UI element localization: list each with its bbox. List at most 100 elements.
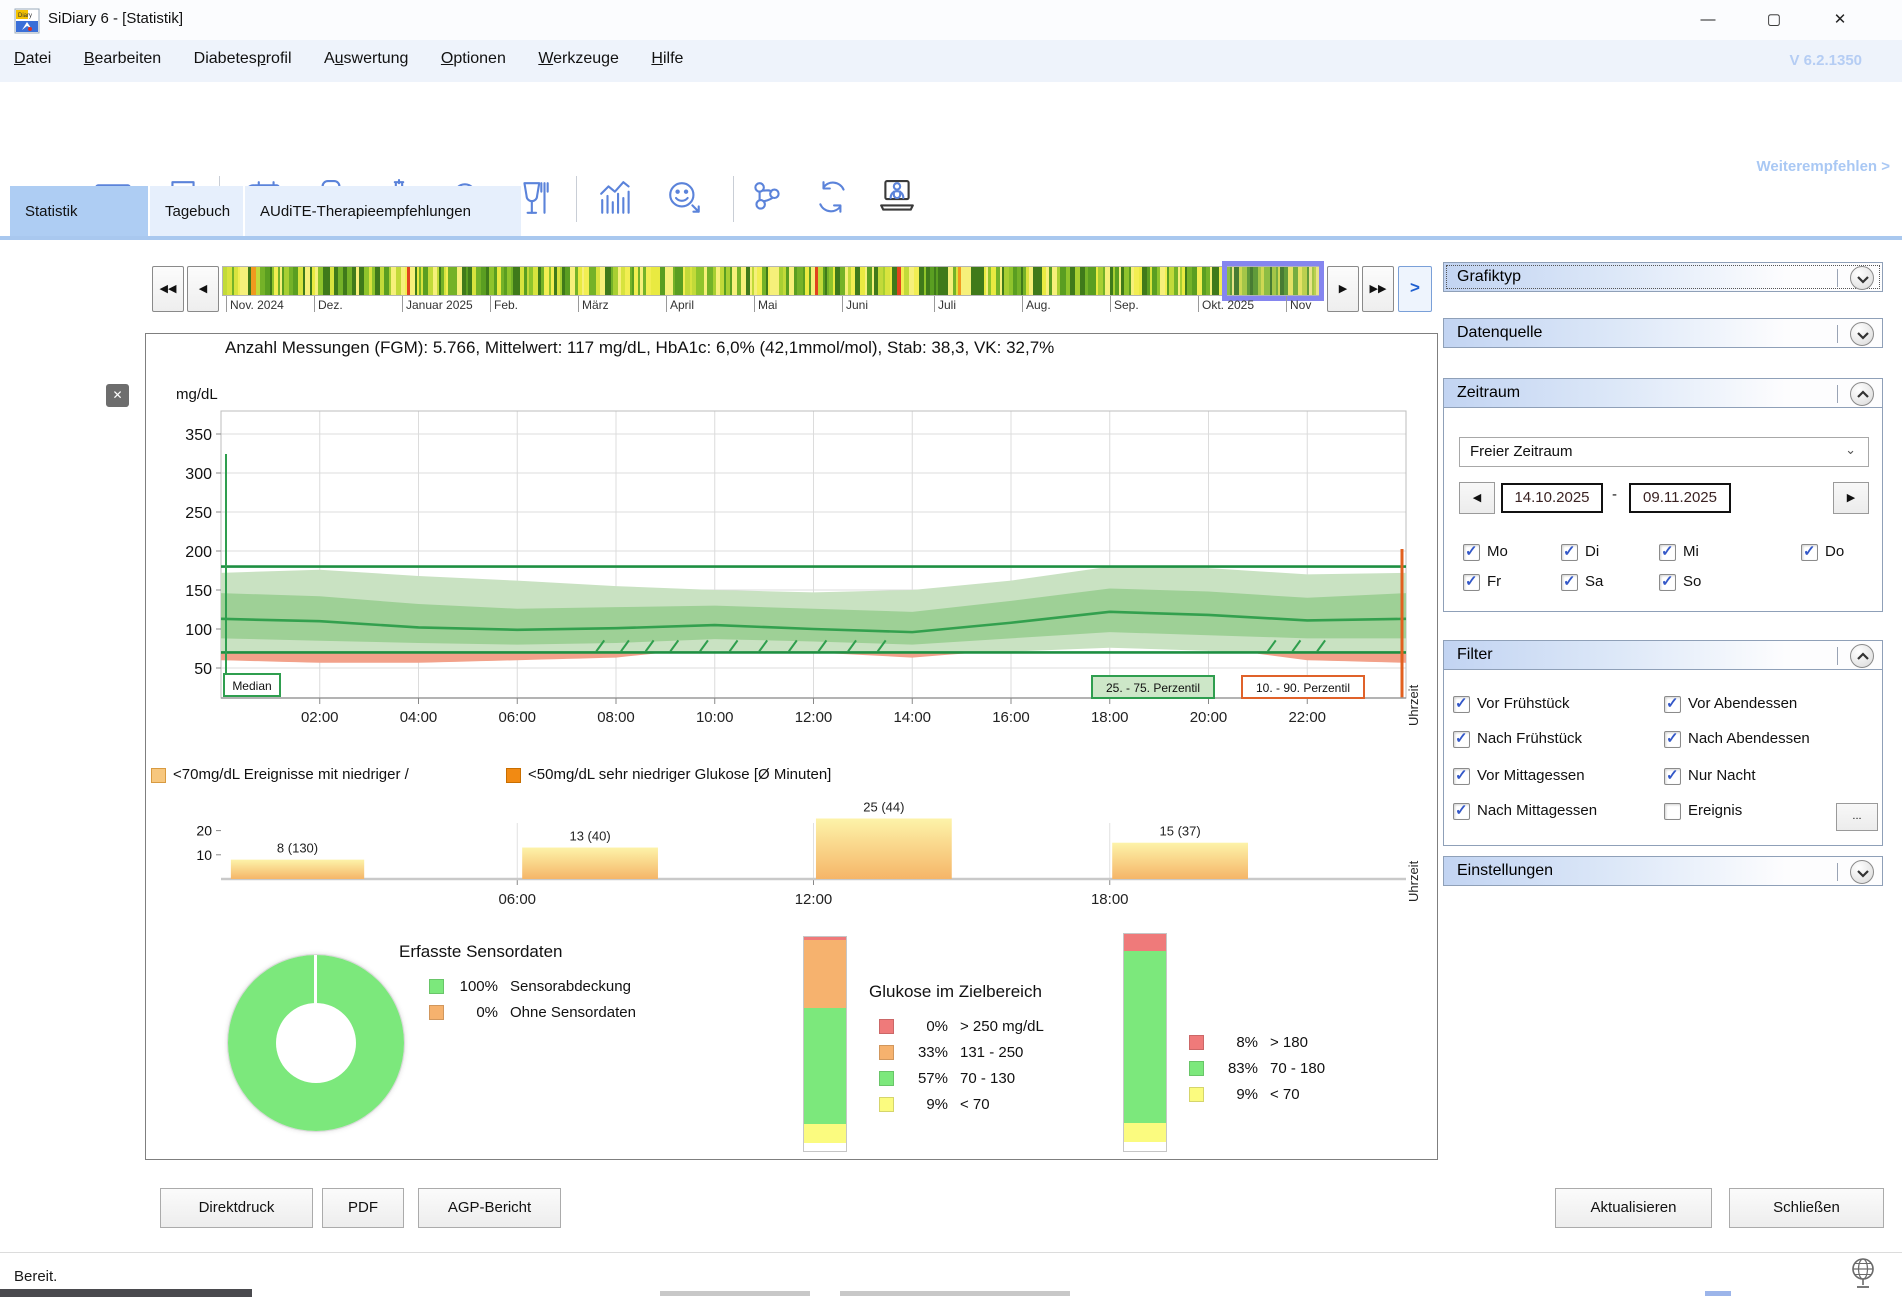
zeitraum-preset-select[interactable]: Freier Zeitraum ⌄ [1459, 437, 1869, 467]
checkbox-label: Mo [1487, 543, 1508, 560]
svg-text:Uhrzeit: Uhrzeit [1406, 684, 1421, 726]
menu-datei[interactable]: Datei [0, 40, 65, 82]
timeline-month-tick [934, 296, 935, 312]
filter-more-button[interactable]: ... [1836, 803, 1878, 831]
checkbox-nach-frühstück[interactable] [1453, 731, 1470, 748]
timeline-month-label: Nov [1290, 298, 1311, 312]
tab-audite[interactable]: AUdiTE-Therapieempfehlungen [245, 186, 521, 236]
checkbox-vor-mittagessen[interactable] [1453, 768, 1470, 785]
checkbox-do[interactable] [1801, 544, 1818, 561]
referral-link[interactable]: Weiterempfehlen > [1660, 158, 1890, 175]
clipped-text-fragment [840, 1291, 1070, 1296]
timeline-selection-box[interactable] [1222, 261, 1324, 301]
agp-bericht-button[interactable]: AGP-Bericht [418, 1188, 561, 1228]
checkbox-vor-frühstück[interactable] [1453, 696, 1470, 713]
svg-text:10: 10 [196, 847, 212, 863]
svg-text:150: 150 [185, 583, 212, 600]
pct-value: 100% [452, 978, 498, 995]
share-icon[interactable] [748, 179, 788, 219]
globe-icon[interactable] [1848, 1256, 1878, 1295]
range-label: 131 - 250 [960, 1044, 1023, 1061]
timeline-prev-button[interactable]: ◀ [187, 266, 219, 312]
checkbox-mo[interactable] [1463, 544, 1480, 561]
target-range-bar-1 [803, 936, 847, 1152]
close-button[interactable]: ✕ [1811, 0, 1869, 40]
checkbox-sa[interactable] [1561, 574, 1578, 591]
date-to-field[interactable]: 09.11.2025 [1629, 483, 1731, 513]
donut-hole [276, 1003, 356, 1083]
checkbox-vor-abendessen[interactable] [1664, 696, 1681, 713]
timeline-next-button[interactable]: ▶ [1327, 266, 1359, 312]
direktdruck-button[interactable]: Direktdruck [160, 1188, 313, 1228]
checkbox-nach-abendessen[interactable] [1664, 731, 1681, 748]
menu-auswertung[interactable]: Auswertung [310, 40, 423, 82]
menu-werkzeuge[interactable]: Werkzeuge [524, 40, 633, 82]
svg-text:100: 100 [185, 622, 212, 639]
range-label: < 70 [960, 1096, 990, 1113]
timeline-last-button[interactable]: ▶▶ [1362, 266, 1394, 312]
pdf-button[interactable]: PDF [322, 1188, 404, 1228]
tab-statistik[interactable]: Statistik ✕ [10, 186, 148, 236]
statistics-icon[interactable] [598, 179, 638, 219]
pct-value: 9% [902, 1096, 948, 1113]
panel-header-grafiktyp[interactable]: Grafiktyp [1443, 262, 1883, 292]
sync-icon[interactable] [814, 179, 854, 219]
panel-header-zeitraum[interactable]: Zeitraum [1443, 378, 1883, 408]
donut-legend-row: 0% Ohne Sensordaten [429, 1004, 636, 1021]
swatch-green [429, 979, 444, 994]
aktualisieren-button[interactable]: Aktualisieren [1555, 1188, 1712, 1228]
timeline-first-button[interactable]: ◀◀ [152, 266, 184, 312]
zeitraum-panel-body: Freier Zeitraum ⌄ ◀ 14.10.2025 - 09.11.2… [1443, 408, 1883, 612]
panel-header-einstellungen[interactable]: Einstellungen [1443, 856, 1883, 886]
panel-title: Datenquelle [1457, 324, 1542, 342]
date-from-field[interactable]: 14.10.2025 [1501, 483, 1603, 513]
tab-statistik-label: Statistik [25, 203, 78, 220]
timeline-forward-button[interactable]: > [1398, 266, 1432, 312]
svg-text:13 (40): 13 (40) [569, 829, 610, 844]
checkbox-label: Nach Frühstück [1477, 730, 1582, 747]
tab-tagebuch[interactable]: Tagebuch [150, 186, 243, 236]
checkbox-mi[interactable] [1659, 544, 1676, 561]
nutrition-icon[interactable] [516, 179, 556, 219]
chevron-down-icon[interactable] [1850, 860, 1874, 884]
wellbeing-icon[interactable] [666, 179, 706, 219]
chevron-up-icon[interactable] [1850, 382, 1874, 406]
panel-header-datenquelle[interactable]: Datenquelle [1443, 318, 1883, 348]
minimize-button[interactable]: — [1679, 0, 1737, 40]
checkbox-so[interactable] [1659, 574, 1676, 591]
svg-text:20: 20 [196, 823, 212, 839]
chevron-up-icon[interactable] [1850, 644, 1874, 668]
maximize-button[interactable]: ▢ [1745, 0, 1803, 40]
svg-text:06:00: 06:00 [498, 709, 536, 726]
checkbox-nach-mittagessen[interactable] [1453, 803, 1470, 820]
date-back-button[interactable]: ◀ [1459, 482, 1495, 514]
menu-optionen[interactable]: Optionen [427, 40, 520, 82]
checkbox-nur-nacht[interactable] [1664, 768, 1681, 785]
menu-bearbeiten[interactable]: Bearbeiten [70, 40, 175, 82]
bar-segment-83 [1124, 951, 1166, 1124]
checkbox-ereignis[interactable] [1664, 803, 1681, 820]
date-forward-button[interactable]: ▶ [1833, 482, 1869, 514]
toolbar-separator [576, 176, 577, 222]
range-label: 70 - 130 [960, 1070, 1015, 1087]
timeline-month-tick [1286, 296, 1287, 312]
panel-header-filter[interactable]: Filter [1443, 640, 1883, 670]
schliessen-button[interactable]: Schließen [1729, 1188, 1884, 1228]
checkbox-fr[interactable] [1463, 574, 1480, 591]
menu-diabetesprofil[interactable]: Diabetesprofil [180, 40, 306, 82]
legend-low50-swatch [506, 768, 521, 783]
menu-hilfe[interactable]: Hilfe [637, 40, 697, 82]
svg-text:22:00: 22:00 [1288, 709, 1326, 726]
tab-close-icon[interactable]: ✕ [106, 384, 129, 407]
sensor-donut-title: Erfasste Sensordaten [399, 942, 562, 962]
chevron-down-icon[interactable] [1850, 266, 1874, 290]
timeline-month-tick [1022, 296, 1023, 312]
checkbox-di[interactable] [1561, 544, 1578, 561]
pct-value: 83% [1212, 1060, 1258, 1077]
timeline-month-tick [842, 296, 843, 312]
telemedicine-icon[interactable] [878, 179, 918, 219]
timeline-heatmap-strip[interactable] [222, 266, 1322, 296]
svg-text:18:00: 18:00 [1091, 709, 1129, 726]
chevron-down-icon[interactable] [1850, 322, 1874, 346]
svg-text:06:00: 06:00 [498, 891, 536, 908]
